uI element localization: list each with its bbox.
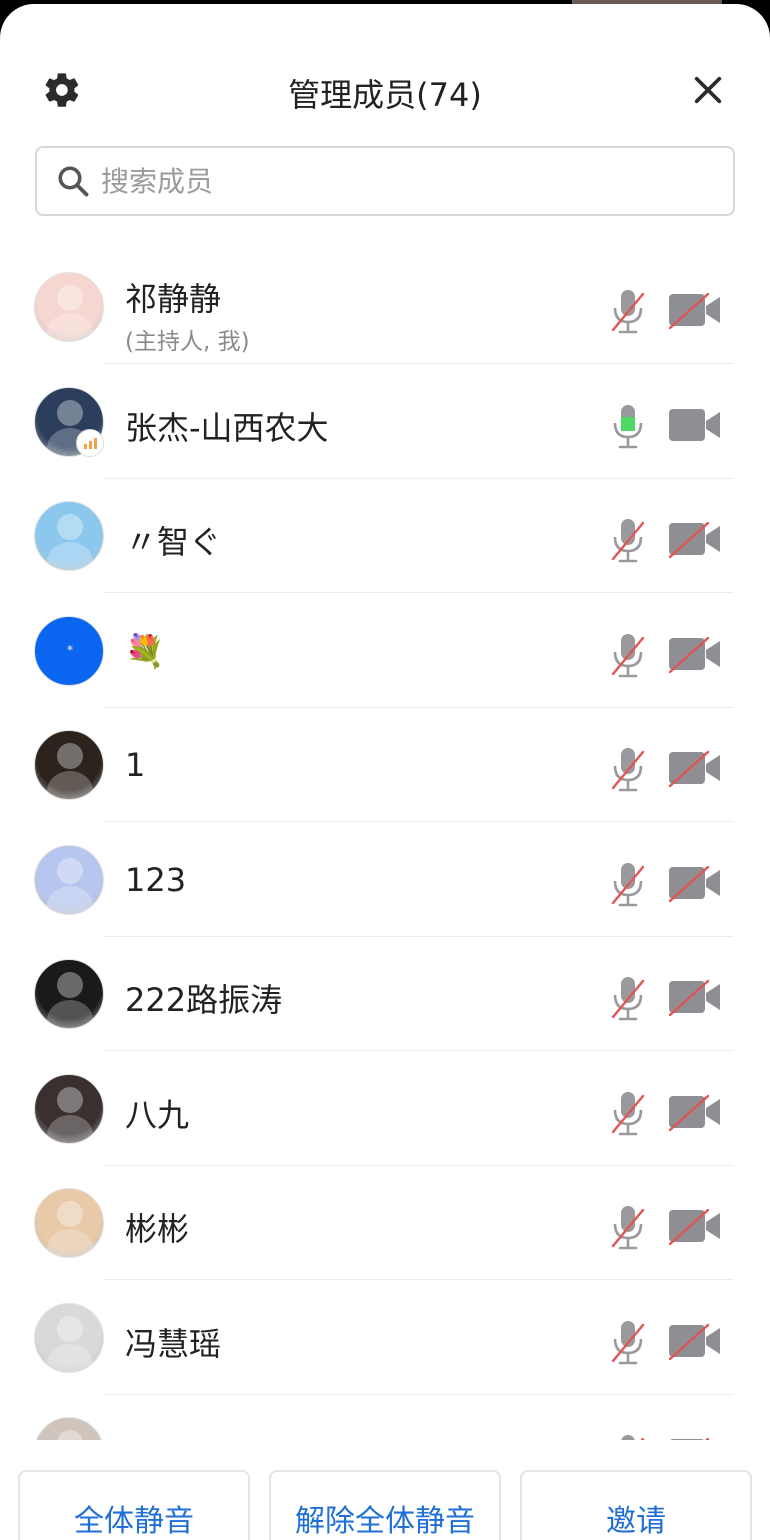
member-row[interactable]: 123 [0, 823, 770, 937]
search-box[interactable] [35, 146, 735, 216]
partial-avatar [34, 1417, 104, 1440]
invite-button[interactable]: 邀请 [520, 1470, 752, 1540]
signal-bars-icon [76, 428, 104, 457]
member-name: 八九 [125, 1095, 190, 1134]
camera-icon[interactable] [668, 405, 722, 445]
dark-candle-avatar [34, 730, 104, 800]
panel-header: 管理成员(74) [0, 4, 770, 134]
unmute-all-button[interactable]: 解除全体静音 [269, 1470, 501, 1540]
mic-muted-icon[interactable] [608, 517, 648, 565]
mic-muted-icon[interactable] [608, 1319, 648, 1367]
member-name: 222路振涛 [125, 981, 283, 1019]
camera-off-icon[interactable] [668, 1321, 722, 1361]
member-name: 祁静静 [125, 280, 222, 318]
camera-off-icon[interactable] [668, 1092, 722, 1132]
member-row[interactable]: 祁静静 (主持人, 我) [0, 250, 770, 364]
mic-muted-icon[interactable] [608, 861, 648, 909]
search-input[interactable] [101, 164, 661, 198]
mic-muted-icon[interactable] [608, 1433, 648, 1440]
search-icon [58, 166, 89, 197]
camera-off-icon[interactable] [668, 863, 722, 903]
camera-off-icon[interactable] [668, 1206, 722, 1246]
member-row[interactable]: 冯慧瑶 [0, 1281, 770, 1395]
member-row[interactable]: * 💐 [0, 594, 770, 708]
member-row[interactable]: 1 [0, 708, 770, 822]
blue-dot-avatar: * [34, 615, 104, 686]
footer-actions: 全体静音 解除全体静音 邀请 [0, 1466, 770, 1540]
member-name: 💐 [125, 631, 165, 670]
girl-portrait-avatar [34, 272, 104, 342]
mic-muted-icon[interactable] [608, 746, 648, 794]
member-row[interactable] [0, 1395, 770, 1440]
member-name: 彬彬 [125, 1210, 190, 1248]
camera-off-icon[interactable] [668, 748, 722, 788]
member-row[interactable]: 张杰-山西农大 [0, 365, 770, 479]
camera-off-icon[interactable] [668, 634, 722, 674]
mic-muted-icon[interactable] [608, 1090, 648, 1138]
camera-off-icon[interactable] [668, 290, 722, 330]
anime-boy-avatar [34, 844, 104, 915]
manage-members-panel: 管理成员(74) 祁静静(主持人, 我) 张杰-山西农大 〃智ぐ *💐 [0, 4, 770, 1540]
member-role: (主持人, 我) [125, 329, 250, 355]
close-button[interactable] [686, 68, 730, 112]
camera-off-icon[interactable] [668, 1435, 722, 1440]
camera-off-icon[interactable] [668, 977, 722, 1017]
page-title: 管理成员(74) [288, 76, 482, 114]
girl-photo-avatar [34, 1302, 104, 1373]
member-row[interactable]: 八九 [0, 1052, 770, 1166]
member-name: 1 [125, 746, 146, 784]
girl-dark-hair-avatar [34, 1073, 104, 1144]
mic-active-icon[interactable] [608, 403, 648, 451]
mute-all-button[interactable]: 全体静音 [18, 1470, 250, 1540]
mic-muted-icon[interactable] [608, 632, 648, 680]
mic-muted-icon[interactable] [608, 288, 648, 336]
member-row[interactable]: 〃智ぐ [0, 479, 770, 593]
member-name: 〃智ぐ [125, 523, 222, 561]
member-name: 张杰-山西农大 [125, 408, 329, 447]
close-icon [694, 76, 722, 104]
mic-muted-icon[interactable] [608, 1204, 648, 1252]
mic-muted-icon[interactable] [608, 975, 648, 1023]
camera-off-icon[interactable] [668, 519, 722, 559]
member-name: 冯慧瑶 [125, 1324, 222, 1363]
member-name: 123 [125, 860, 187, 899]
cartoon-girl-avatar [34, 1188, 104, 1258]
sky-figure-avatar [34, 501, 104, 571]
masked-avatar [34, 959, 104, 1029]
member-row[interactable]: 222路振涛 [0, 937, 770, 1051]
member-row[interactable]: 彬彬 [0, 1166, 770, 1280]
member-list[interactable]: 祁静静 (主持人, 我) 张杰-山西农大 〃智ぐ * 💐 1 123 222路振… [0, 250, 770, 1440]
